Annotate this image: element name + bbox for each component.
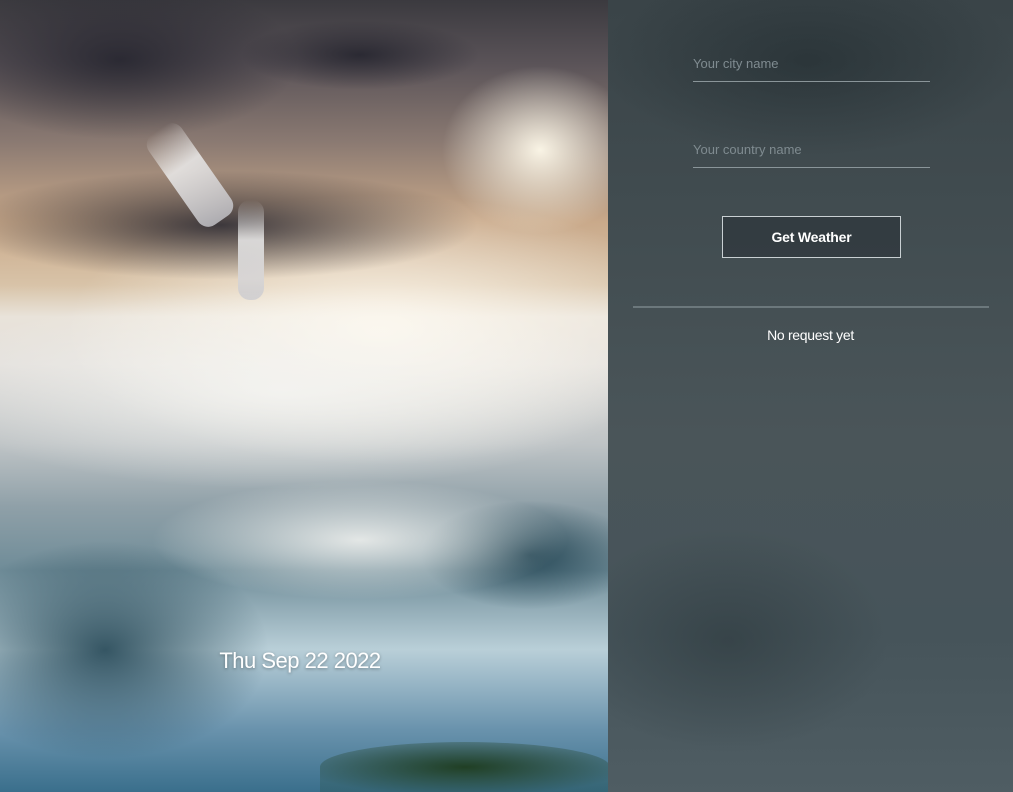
fog-bank — [150, 480, 570, 600]
fog-bank — [0, 290, 608, 490]
city-name-input[interactable] — [693, 52, 930, 82]
divider — [633, 306, 989, 308]
tree-line — [320, 742, 608, 792]
get-weather-button[interactable]: Get Weather — [722, 216, 901, 258]
smoke-plume — [238, 200, 264, 300]
weather-form-panel: Get Weather No request yet — [608, 0, 1013, 792]
hero-background-image: Thu Sep 22 2022 — [0, 0, 608, 792]
dark-cloud-shape — [240, 20, 480, 90]
current-date: Thu Sep 22 2022 — [219, 648, 381, 673]
request-status-text: No request yet — [767, 327, 854, 343]
country-name-input[interactable] — [693, 138, 930, 168]
